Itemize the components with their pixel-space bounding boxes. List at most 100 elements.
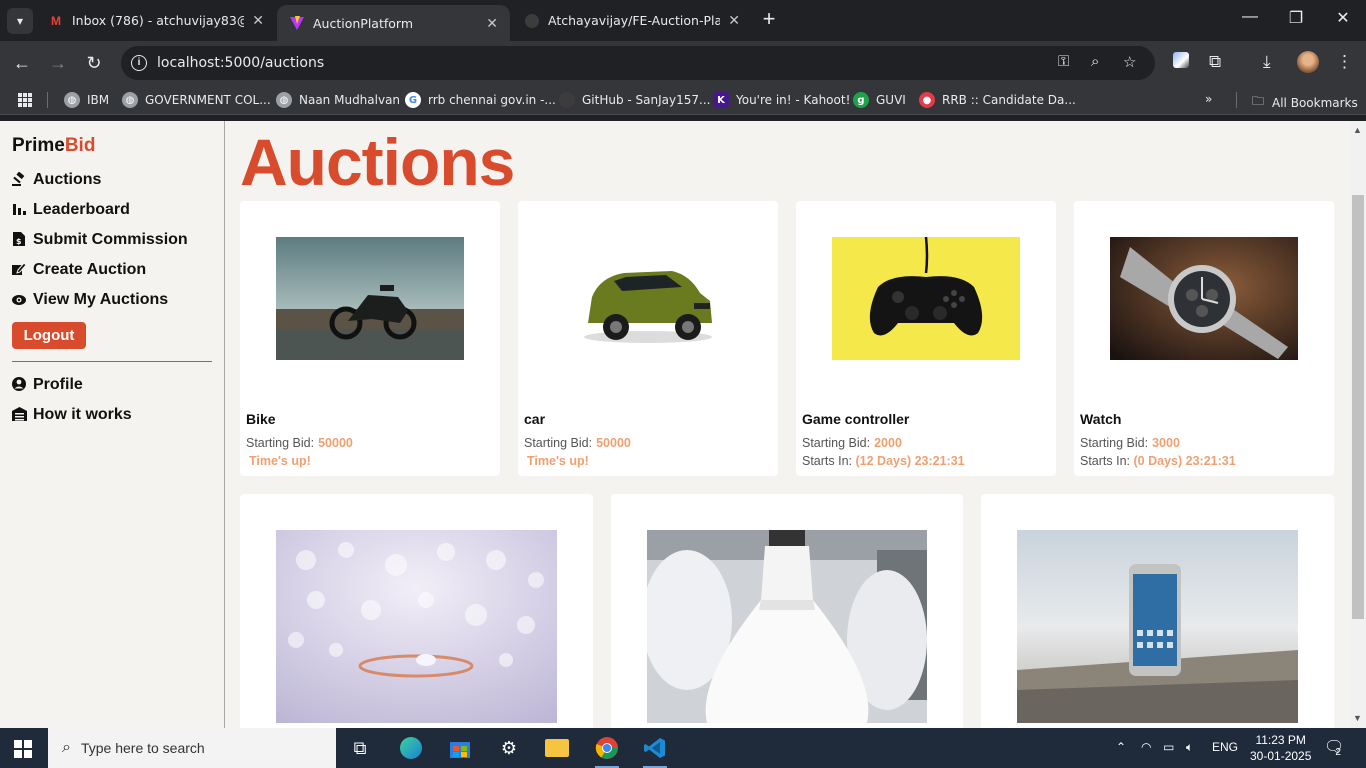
close-icon[interactable]: ✕ bbox=[252, 12, 264, 29]
countdown-value: (12 Days) 23:21:31 bbox=[855, 454, 965, 468]
auction-image-watch[interactable] bbox=[1110, 237, 1298, 360]
settings-gear-icon[interactable]: ⚙ bbox=[495, 734, 523, 762]
sidebar-item-profile[interactable]: Profile bbox=[12, 376, 83, 394]
reload-button[interactable]: ↻ bbox=[82, 51, 106, 75]
close-window-button[interactable]: ✕ bbox=[1331, 8, 1355, 28]
bookmarks-overflow-button[interactable]: » bbox=[1205, 92, 1212, 106]
extension-icon[interactable] bbox=[1173, 52, 1189, 73]
edit-icon bbox=[12, 261, 27, 279]
vscode-icon[interactable] bbox=[641, 734, 669, 768]
scroll-down-icon[interactable]: ▼ bbox=[1353, 713, 1362, 723]
zoom-icon[interactable]: ⌕ bbox=[1091, 53, 1099, 70]
close-icon: ✕ bbox=[1336, 10, 1350, 27]
notification-icon[interactable]: 🗨︎2 bbox=[1324, 737, 1350, 758]
address-bar[interactable]: i localhost:5000/auctions ⚿ ⌕ ☆ bbox=[121, 46, 1155, 80]
auction-card-dress[interactable] bbox=[611, 494, 963, 728]
auction-image-game-controller[interactable] bbox=[832, 237, 1020, 360]
brand-logo[interactable]: PrimeBid bbox=[12, 135, 95, 157]
url-text[interactable]: localhost:5000/auctions bbox=[157, 55, 324, 71]
close-icon[interactable]: ✕ bbox=[486, 15, 498, 32]
auction-card-game-controller[interactable]: Game controller Starting Bid: 2000 Starts… bbox=[796, 201, 1056, 476]
windows-start-icon[interactable] bbox=[14, 740, 32, 758]
restore-button[interactable]: ❐ bbox=[1284, 8, 1308, 28]
key-icon[interactable]: ⚿ bbox=[1058, 53, 1069, 70]
close-icon[interactable]: ✕ bbox=[728, 12, 740, 29]
auction-image-car[interactable] bbox=[554, 237, 742, 360]
taskbar-search-input[interactable]: ⌕ Type here to search bbox=[48, 728, 336, 768]
user-circle-icon bbox=[12, 376, 26, 394]
auction-image-ring[interactable] bbox=[276, 530, 557, 723]
globe-icon: ◍ bbox=[122, 92, 138, 108]
battery-icon[interactable]: ▭ bbox=[1163, 740, 1174, 754]
tab-search-button[interactable]: ▾ bbox=[7, 8, 33, 34]
apps-icon[interactable] bbox=[17, 92, 33, 108]
logout-button[interactable]: Logout bbox=[12, 322, 86, 349]
chrome-icon[interactable] bbox=[593, 734, 621, 768]
auction-image-bike[interactable] bbox=[276, 237, 464, 360]
new-tab-button[interactable]: + bbox=[757, 8, 781, 32]
auction-card-ring[interactable] bbox=[240, 494, 593, 728]
avatar[interactable] bbox=[1297, 51, 1319, 73]
arrow-right-icon: → bbox=[49, 53, 67, 73]
minimize-button[interactable]: — bbox=[1238, 8, 1262, 26]
back-button[interactable]: ← bbox=[10, 51, 34, 75]
starting-bid-row: Starting Bid: 2000 bbox=[802, 436, 902, 450]
star-icon[interactable]: ☆ bbox=[1123, 53, 1136, 71]
sidebar-item-view-my-auctions[interactable]: View My Auctions bbox=[12, 291, 168, 309]
volume-icon[interactable]: 🔈︎ bbox=[1186, 740, 1193, 755]
minimize-icon: — bbox=[1242, 8, 1258, 25]
scrollbar-thumb[interactable] bbox=[1352, 195, 1364, 619]
task-view-icon[interactable]: ⧉ bbox=[346, 734, 374, 762]
page-scrollbar[interactable]: ▲ ▼ bbox=[1350, 121, 1366, 728]
store-icon[interactable] bbox=[446, 734, 474, 762]
tab-gmail[interactable]: M Inbox (786) - atchuvijay83@gm ✕ bbox=[36, 0, 276, 41]
github-icon bbox=[559, 92, 575, 108]
auction-card-car[interactable]: car Starting Bid: 50000 Time's up! bbox=[518, 201, 778, 476]
bookmark-ibm[interactable]: ◍ IBM bbox=[64, 92, 109, 108]
scroll-up-icon[interactable]: ▲ bbox=[1353, 125, 1362, 135]
sidebar-item-auctions[interactable]: Auctions bbox=[12, 171, 101, 189]
network-icon[interactable]: ◠ bbox=[1141, 740, 1151, 754]
sidebar-item-leaderboard[interactable]: Leaderboard bbox=[12, 201, 130, 219]
bookmark-github[interactable]: GitHub - SanJay157... bbox=[559, 92, 710, 108]
starts-in-label: Starts In: bbox=[1080, 454, 1131, 468]
bookmark-guvi[interactable]: g GUVI bbox=[853, 92, 906, 108]
sidebar-item-submit-commission[interactable]: $ Submit Commission bbox=[12, 231, 188, 249]
chevron-up-icon[interactable]: ⌃ bbox=[1116, 740, 1126, 754]
bookmark-kahoot[interactable]: K You're in! - Kahoot! bbox=[713, 92, 850, 108]
sidebar: PrimeBid Auctions Leaderboard $ Submit C… bbox=[0, 121, 225, 728]
starts-in-label: Starts In: bbox=[802, 454, 853, 468]
starting-bid-label: Starting Bid: bbox=[246, 436, 315, 450]
bookmark-label: Naan Mudhalvan bbox=[299, 93, 401, 107]
tab-github[interactable]: Atchayavijay/FE-Auction-Platfor ✕ bbox=[512, 0, 752, 41]
sidebar-item-how-it-works[interactable]: How it works bbox=[12, 406, 132, 424]
bookmark-naan-mudhalvan[interactable]: ◍ Naan Mudhalvan bbox=[276, 92, 400, 108]
language-indicator[interactable]: ENG bbox=[1212, 740, 1238, 754]
bookmark-divider bbox=[47, 92, 48, 108]
edge-icon[interactable] bbox=[397, 734, 425, 762]
bookmark-rrb-chennai[interactable]: Grrb chennai gov.in -... bbox=[405, 92, 556, 108]
file-explorer-icon[interactable] bbox=[543, 734, 571, 762]
bookmark-government[interactable]: ◍ GOVERNMENT COL... bbox=[122, 92, 271, 108]
site-info-icon[interactable]: i bbox=[131, 55, 147, 71]
auction-image-dress[interactable] bbox=[647, 530, 927, 723]
download-icon[interactable]: ⤓ bbox=[1263, 52, 1271, 72]
kebab-menu-icon[interactable]: ⋮ bbox=[1336, 52, 1353, 72]
tab-auction-platform[interactable]: AuctionPlatform ✕ bbox=[277, 5, 510, 41]
auction-title: Bike bbox=[246, 411, 276, 427]
auction-card-bike[interactable]: Bike Starting Bid: 50000 Time's up! bbox=[240, 201, 500, 476]
starting-bid-value: 2000 bbox=[874, 436, 902, 450]
auction-card-watch[interactable]: Watch Starting Bid: 3000 Starts In: (0 Da… bbox=[1074, 201, 1334, 476]
github-icon bbox=[524, 13, 540, 29]
bookmark-rrb-candidate[interactable]: ● RRB :: Candidate Da... bbox=[919, 92, 1076, 108]
auction-image-phone[interactable] bbox=[1017, 530, 1298, 723]
auction-status-row: Time's up! bbox=[524, 454, 589, 468]
all-bookmarks-button[interactable]: 🗀 All Bookmarks bbox=[1252, 92, 1358, 113]
taskbar-clock[interactable]: 11:23 PM 30-01-2025 bbox=[1250, 732, 1311, 764]
forward-button[interactable]: → bbox=[46, 51, 70, 75]
auction-card-phone[interactable] bbox=[981, 494, 1334, 728]
sidebar-item-create-auction[interactable]: Create Auction bbox=[12, 261, 146, 279]
bookmark-label: GitHub - SanJay157... bbox=[582, 93, 711, 107]
auction-title: Watch bbox=[1080, 411, 1122, 427]
puzzle-icon[interactable]: ⧉ bbox=[1209, 52, 1221, 72]
